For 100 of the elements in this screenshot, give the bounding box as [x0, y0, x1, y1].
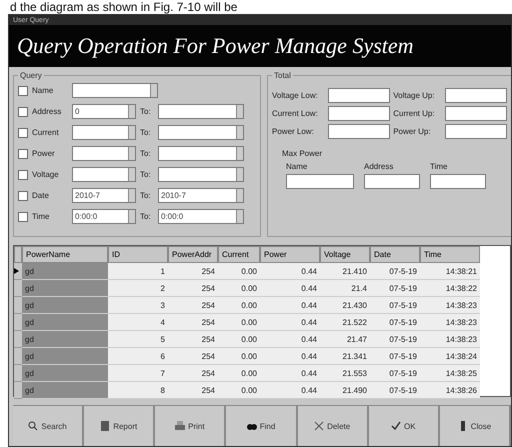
field-label: Address — [364, 162, 394, 171]
column-header[interactable]: Date — [370, 246, 420, 263]
column-header[interactable]: ID — [108, 246, 168, 263]
table-cell: 8 — [108, 382, 168, 399]
banner-title: Query Operation For Power Manage System — [17, 33, 414, 59]
checkbox[interactable] — [18, 128, 28, 138]
table-cell: 07-5-19 — [370, 348, 420, 365]
checkbox[interactable] — [18, 212, 28, 222]
input-field[interactable] — [328, 124, 390, 139]
table-cell: gd — [22, 314, 108, 331]
table-cell: gd — [22, 280, 108, 297]
checkbox[interactable] — [18, 86, 28, 96]
table-cell: 0.44 — [260, 331, 320, 348]
table-cell: 21.430 — [320, 297, 370, 314]
table-cell: 0.00 — [218, 297, 260, 314]
table-cell: 0.00 — [218, 331, 260, 348]
input-field[interactable] — [286, 174, 354, 189]
table-cell: 254 — [168, 297, 218, 314]
field-label: Time — [32, 212, 50, 221]
input-field[interactable] — [158, 146, 244, 161]
table-cell: 0.00 — [218, 365, 260, 382]
input-field[interactable] — [445, 88, 507, 103]
table-cell: 0.00 — [218, 348, 260, 365]
field-label: Voltage Low: — [272, 91, 319, 100]
document-icon — [100, 421, 110, 431]
table-cell: 2 — [108, 280, 168, 297]
table-cell: 14:38:23 — [420, 297, 480, 314]
column-header[interactable]: Current — [218, 246, 260, 263]
field-label: To: — [140, 170, 152, 179]
input-field[interactable] — [72, 167, 136, 182]
table-cell: 14:38:26 — [420, 382, 480, 399]
row-indicator[interactable] — [14, 263, 22, 280]
binoculars-icon — [246, 421, 257, 431]
checkbox[interactable] — [18, 190, 28, 200]
input-field[interactable]: 0 — [72, 104, 136, 119]
pointer-icon — [14, 268, 19, 274]
table-cell: 14:38:23 — [420, 331, 480, 348]
field-label: Voltage Up: — [393, 91, 436, 100]
table-cell: gd — [22, 348, 108, 365]
input-field[interactable]: 2010-7 — [158, 188, 244, 203]
table-cell: gd — [22, 263, 108, 280]
checkbox[interactable] — [18, 148, 28, 158]
input-field[interactable]: 0:00:0 — [72, 209, 136, 224]
field-label: To: — [140, 107, 152, 116]
table-cell: 21.410 — [320, 263, 370, 280]
input-field[interactable]: 0:00:0 — [158, 209, 244, 224]
table-cell: 254 — [168, 314, 218, 331]
table-cell: 07-5-19 — [370, 280, 420, 297]
table-cell: gd — [22, 297, 108, 314]
field-label: Current Low: — [272, 109, 319, 118]
input-field[interactable] — [158, 125, 244, 140]
table-cell: 254 — [168, 365, 218, 382]
checkbox[interactable] — [18, 170, 28, 180]
header-corner — [14, 246, 22, 263]
field-label: Power — [32, 149, 56, 158]
field-label: To: — [140, 191, 152, 200]
input-field[interactable] — [158, 167, 244, 182]
table-cell: 0.44 — [260, 280, 320, 297]
table-cell: 0.44 — [260, 348, 320, 365]
field-label: To: — [140, 149, 152, 158]
input-field[interactable]: 2010-7 — [72, 188, 136, 203]
input-field[interactable] — [445, 124, 507, 139]
column-header[interactable]: PowerAddr — [168, 246, 218, 263]
input-field[interactable] — [328, 106, 390, 121]
input-field[interactable] — [364, 174, 420, 189]
table-cell: 14:38:22 — [420, 280, 480, 297]
table-cell: 21.47 — [320, 331, 370, 348]
input-field[interactable] — [445, 106, 507, 121]
group-title: Query — [19, 71, 43, 80]
printer-icon — [175, 421, 186, 431]
delete-icon — [314, 421, 324, 431]
input-field[interactable] — [158, 104, 244, 119]
input-field[interactable] — [72, 125, 136, 140]
input-field[interactable] — [72, 146, 136, 161]
field-label: Name — [286, 162, 308, 171]
column-header[interactable]: Voltage — [320, 246, 370, 263]
column-header[interactable]: Time — [420, 246, 480, 263]
table-cell: 0.44 — [260, 314, 320, 331]
table-cell: gd — [22, 382, 108, 399]
table-cell: 0.44 — [260, 365, 320, 382]
table-cell: 0.00 — [218, 314, 260, 331]
table-cell: 0.44 — [260, 382, 320, 399]
name-dropdown[interactable] — [72, 83, 158, 98]
column-header[interactable]: Power — [260, 246, 320, 263]
field-label: Voltage — [32, 170, 60, 179]
input-field[interactable] — [328, 88, 390, 103]
input-field[interactable] — [430, 174, 486, 189]
column-header[interactable]: PowerName — [22, 246, 108, 263]
checkbox[interactable] — [18, 106, 28, 116]
table-cell: 14:38:24 — [420, 348, 480, 365]
table-cell: 0.00 — [218, 280, 260, 297]
table-cell: 7 — [108, 365, 168, 382]
table-cell: 07-5-19 — [370, 365, 420, 382]
table-cell: 3 — [108, 297, 168, 314]
table-cell: gd — [22, 331, 108, 348]
table-cell: 14:38:21 — [420, 263, 480, 280]
field-label: To: — [140, 128, 152, 137]
group-title: Total — [273, 71, 292, 80]
table-cell: 21.522 — [320, 314, 370, 331]
table-cell: 21.490 — [320, 382, 370, 399]
